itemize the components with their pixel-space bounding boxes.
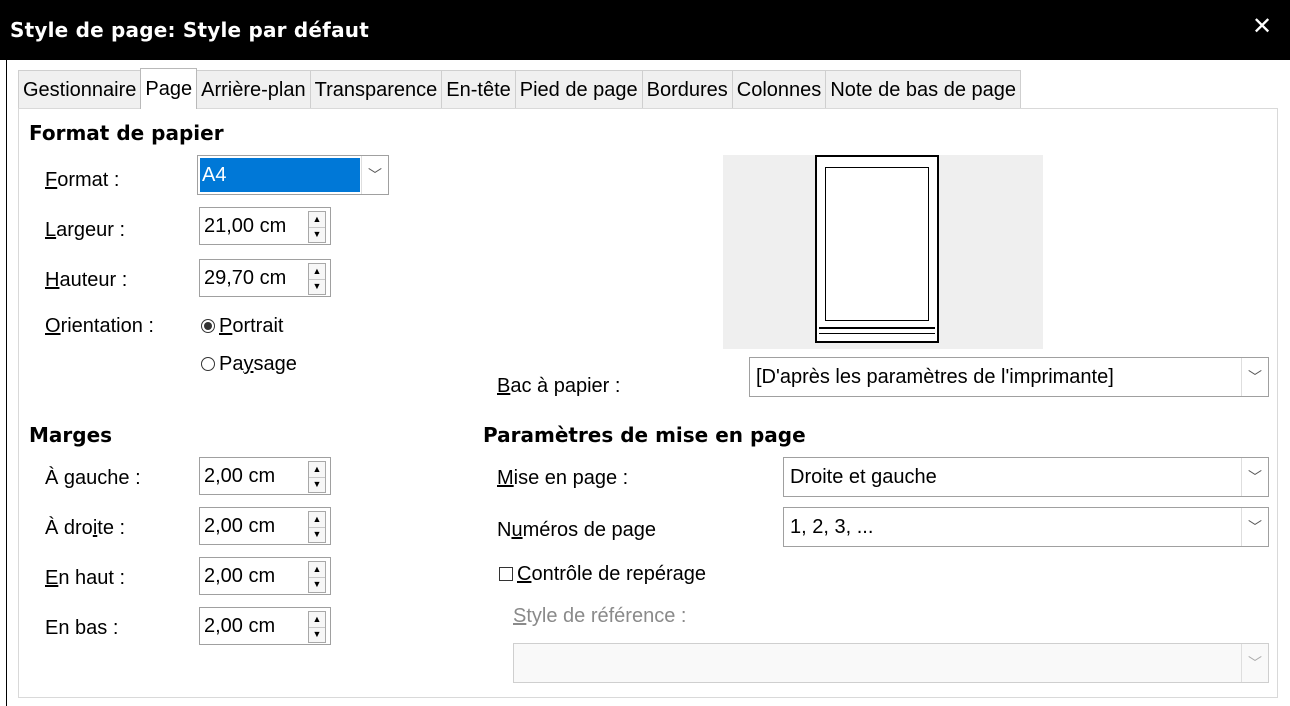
format-label: Format : — [45, 169, 120, 191]
margins-heading: Marges — [29, 423, 113, 447]
tab-area[interactable]: Arrière-plan — [196, 70, 311, 109]
page-numbers-select[interactable]: 1, 2, 3, ... ﹀ — [783, 507, 1269, 547]
height-spinbox[interactable]: 29,70 cm ▲ ▼ — [199, 259, 331, 297]
spin-up-icon[interactable]: ▲ — [309, 612, 325, 628]
spin-up-icon[interactable]: ▲ — [309, 512, 325, 528]
layout-settings-heading: Paramètres de mise en page — [483, 423, 806, 447]
margin-top-label: En haut : — [45, 567, 126, 589]
format-value: A4 — [202, 164, 227, 186]
spin-up-icon[interactable]: ▲ — [309, 264, 325, 280]
close-icon[interactable]: ✕ — [1248, 12, 1276, 42]
margin-left-spinbox[interactable]: 2,00 cm ▲ ▼ — [199, 457, 331, 495]
reference-style-label: Style de référence : — [513, 605, 687, 627]
chevron-down-icon[interactable]: ﹀ — [1241, 508, 1268, 546]
page-tab-panel: Format de papier Format : A4 ﹀ Largeur :… — [18, 108, 1278, 698]
spin-down-icon[interactable]: ▼ — [309, 527, 325, 542]
spin-up-icon[interactable]: ▲ — [309, 562, 325, 578]
title-bar: Style de page: Style par défaut ✕ — [0, 0, 1290, 60]
register-true-checkbox[interactable] — [499, 567, 513, 581]
page-layout-value: Droite et gauche — [790, 466, 937, 488]
paper-tray-select[interactable]: [D'après les paramètres de l'imprimante]… — [749, 357, 1269, 397]
tab-bar: Gestionnaire Page Arrière-plan Transparence… — [18, 68, 1022, 109]
chevron-down-icon[interactable]: ﹀ — [1241, 644, 1268, 682]
spin-up-icon[interactable]: ▲ — [309, 212, 325, 228]
width-value: 21,00 cm — [204, 215, 287, 237]
page-layout-label: Mise en page : — [497, 467, 629, 489]
portrait-radio[interactable] — [201, 319, 215, 333]
margin-bottom-spinbox[interactable]: 2,00 cm ▲ ▼ — [199, 607, 331, 645]
spin-down-icon[interactable]: ▼ — [309, 477, 325, 492]
tab-header[interactable]: En-tête — [441, 70, 516, 109]
margin-top-spinbox[interactable]: 2,00 cm ▲ ▼ — [199, 557, 331, 595]
margin-right-label: À droite : — [45, 517, 126, 539]
tab-page[interactable]: Page — [140, 68, 198, 109]
orientation-label: Orientation : — [45, 315, 154, 337]
spin-up-icon[interactable]: ▲ — [309, 462, 325, 478]
reference-style-select[interactable]: ﹀ — [513, 643, 1269, 683]
portrait-label[interactable]: Portrait — [219, 315, 283, 338]
tab-footnote[interactable]: Note de bas de page — [825, 70, 1022, 109]
chevron-down-icon[interactable]: ﹀ — [361, 156, 388, 194]
spin-down-icon[interactable]: ▼ — [309, 227, 325, 242]
page-numbers-label: Numéros de page — [497, 519, 656, 541]
width-label: Largeur : — [45, 219, 126, 241]
page-style-dialog: Gestionnaire Page Arrière-plan Transparence… — [0, 60, 1290, 706]
tab-borders[interactable]: Bordures — [641, 70, 733, 109]
landscape-radio[interactable] — [201, 357, 215, 371]
margin-right-value: 2,00 cm — [204, 515, 276, 537]
page-preview — [723, 155, 1043, 349]
margin-bottom-value: 2,00 cm — [204, 615, 276, 637]
page-layout-select[interactable]: Droite et gauche ﹀ — [783, 457, 1269, 497]
paper-tray-label: Bac à papier : — [497, 375, 621, 397]
spin-down-icon[interactable]: ▼ — [309, 627, 325, 642]
margin-right-spinbox[interactable]: 2,00 cm ▲ ▼ — [199, 507, 331, 545]
tab-organizer[interactable]: Gestionnaire — [18, 70, 142, 109]
page-numbers-value: 1, 2, 3, ... — [790, 516, 874, 538]
tab-footer[interactable]: Pied de page — [514, 70, 643, 109]
paper-tray-value: [D'après les paramètres de l'imprimante] — [756, 366, 1114, 388]
margin-left-value: 2,00 cm — [204, 465, 276, 487]
height-label: Hauteur : — [45, 269, 128, 291]
format-select[interactable]: A4 ﹀ — [197, 155, 389, 195]
tab-transparency[interactable]: Transparence — [309, 70, 443, 109]
tab-columns[interactable]: Colonnes — [731, 70, 827, 109]
width-spinbox[interactable]: 21,00 cm ▲ ▼ — [199, 207, 331, 245]
paper-format-heading: Format de papier — [29, 121, 224, 145]
margin-top-value: 2,00 cm — [204, 565, 276, 587]
spin-down-icon[interactable]: ▼ — [309, 279, 325, 294]
preview-paper — [815, 155, 939, 343]
height-value: 29,70 cm — [204, 267, 287, 289]
margin-left-label: À gauche : — [45, 467, 141, 489]
chevron-down-icon[interactable]: ﹀ — [1241, 458, 1268, 496]
window-title: Style de page: Style par défaut — [10, 18, 369, 42]
spin-down-icon[interactable]: ▼ — [309, 577, 325, 592]
landscape-label[interactable]: Paysage — [219, 353, 297, 376]
chevron-down-icon[interactable]: ﹀ — [1241, 358, 1268, 396]
margin-bottom-label: En bas : — [45, 617, 119, 639]
register-true-label[interactable]: Contrôle de repérage — [517, 563, 706, 586]
